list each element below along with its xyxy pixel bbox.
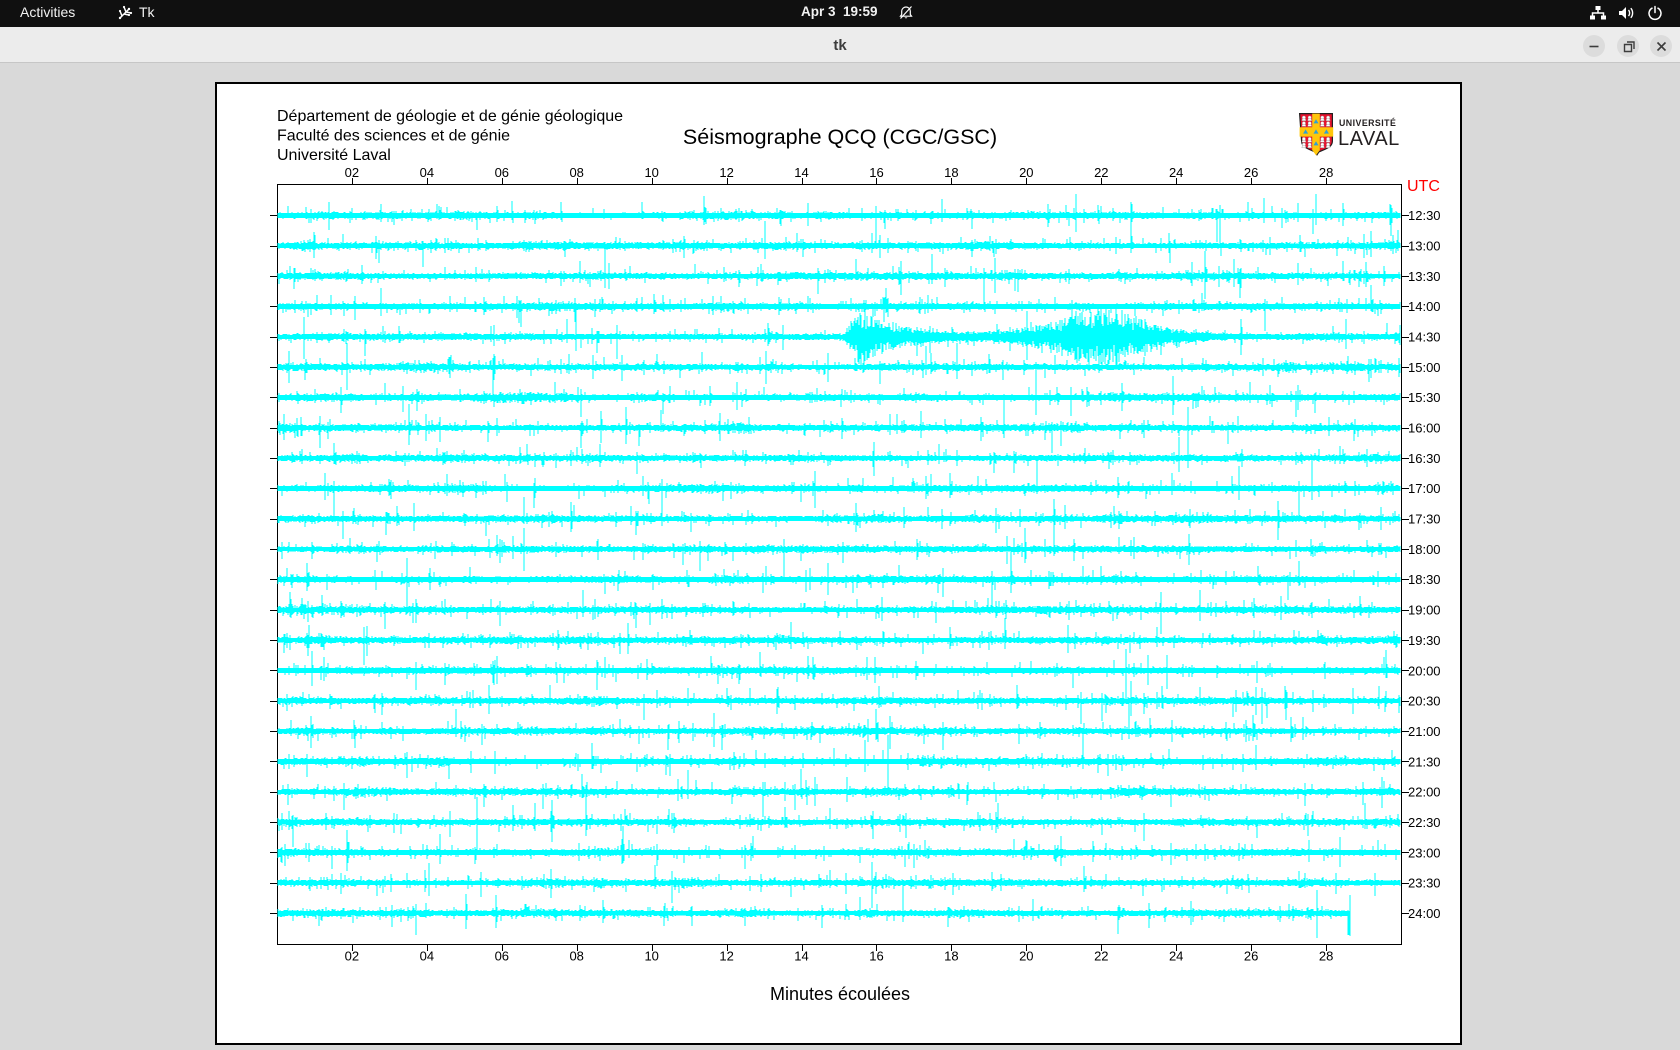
svg-text:22: 22 [1094, 949, 1108, 964]
svg-text:UTC: UTC [1407, 178, 1440, 195]
svg-text:04: 04 [420, 165, 434, 180]
svg-text:24: 24 [1169, 949, 1183, 964]
svg-text:13:30: 13:30 [1408, 269, 1441, 284]
svg-text:20: 20 [1019, 165, 1033, 180]
svg-text:23:30: 23:30 [1408, 876, 1441, 891]
svg-text:10: 10 [644, 165, 658, 180]
svg-text:19:00: 19:00 [1408, 603, 1441, 618]
svg-text:15:30: 15:30 [1408, 390, 1441, 405]
svg-text:08: 08 [569, 949, 583, 964]
svg-text:18:30: 18:30 [1408, 572, 1441, 587]
svg-text:Minutes écoulées: Minutes écoulées [770, 984, 910, 1004]
svg-text:22:30: 22:30 [1408, 815, 1441, 830]
svg-text:02: 02 [345, 949, 359, 964]
svg-text:16:00: 16:00 [1408, 421, 1441, 436]
svg-text:28: 28 [1319, 949, 1333, 964]
svg-text:26: 26 [1244, 165, 1258, 180]
svg-text:10: 10 [644, 949, 658, 964]
svg-text:22:00: 22:00 [1408, 785, 1441, 800]
svg-text:06: 06 [495, 949, 509, 964]
svg-text:Département de géologie et de: Département de géologie et de génie géol… [277, 108, 623, 125]
svg-text:13:00: 13:00 [1408, 239, 1441, 254]
svg-text:20: 20 [1019, 949, 1033, 964]
svg-text:14: 14 [794, 949, 808, 964]
svg-text:Université Laval: Université Laval [277, 147, 391, 164]
svg-text:18:00: 18:00 [1408, 542, 1441, 557]
svg-text:15:00: 15:00 [1408, 360, 1441, 375]
svg-text:02: 02 [345, 165, 359, 180]
svg-text:06: 06 [495, 165, 509, 180]
svg-text:04: 04 [420, 949, 434, 964]
svg-text:18: 18 [944, 949, 958, 964]
svg-text:UNIVERSITÉ: UNIVERSITÉ [1339, 118, 1396, 128]
svg-text:LAVAL: LAVAL [1338, 128, 1400, 150]
svg-text:16:30: 16:30 [1408, 451, 1441, 466]
svg-text:Faculté des sciences et de gén: Faculté des sciences et de génie [277, 128, 510, 145]
svg-text:26: 26 [1244, 949, 1258, 964]
svg-text:21:00: 21:00 [1408, 724, 1441, 739]
svg-text:28: 28 [1319, 165, 1333, 180]
svg-text:19:30: 19:30 [1408, 633, 1441, 648]
svg-text:23:00: 23:00 [1408, 845, 1441, 860]
svg-text:17:00: 17:00 [1408, 481, 1441, 496]
svg-text:24: 24 [1169, 165, 1183, 180]
svg-text:12: 12 [719, 949, 733, 964]
svg-text:12: 12 [719, 165, 733, 180]
svg-text:17:30: 17:30 [1408, 512, 1441, 527]
svg-text:18: 18 [944, 165, 958, 180]
svg-text:20:30: 20:30 [1408, 694, 1441, 709]
svg-text:14: 14 [794, 165, 808, 180]
svg-text:16: 16 [869, 165, 883, 180]
svg-text:21:30: 21:30 [1408, 754, 1441, 769]
svg-text:12:30: 12:30 [1408, 208, 1441, 223]
svg-text:24:00: 24:00 [1408, 906, 1441, 921]
svg-text:16: 16 [869, 949, 883, 964]
svg-text:Séismographe QCQ (CGC/GSC): Séismographe QCQ (CGC/GSC) [683, 125, 997, 149]
svg-text:14:00: 14:00 [1408, 299, 1441, 314]
svg-text:08: 08 [569, 165, 583, 180]
svg-text:22: 22 [1094, 165, 1108, 180]
svg-text:20:00: 20:00 [1408, 663, 1441, 678]
svg-text:14:30: 14:30 [1408, 330, 1441, 345]
